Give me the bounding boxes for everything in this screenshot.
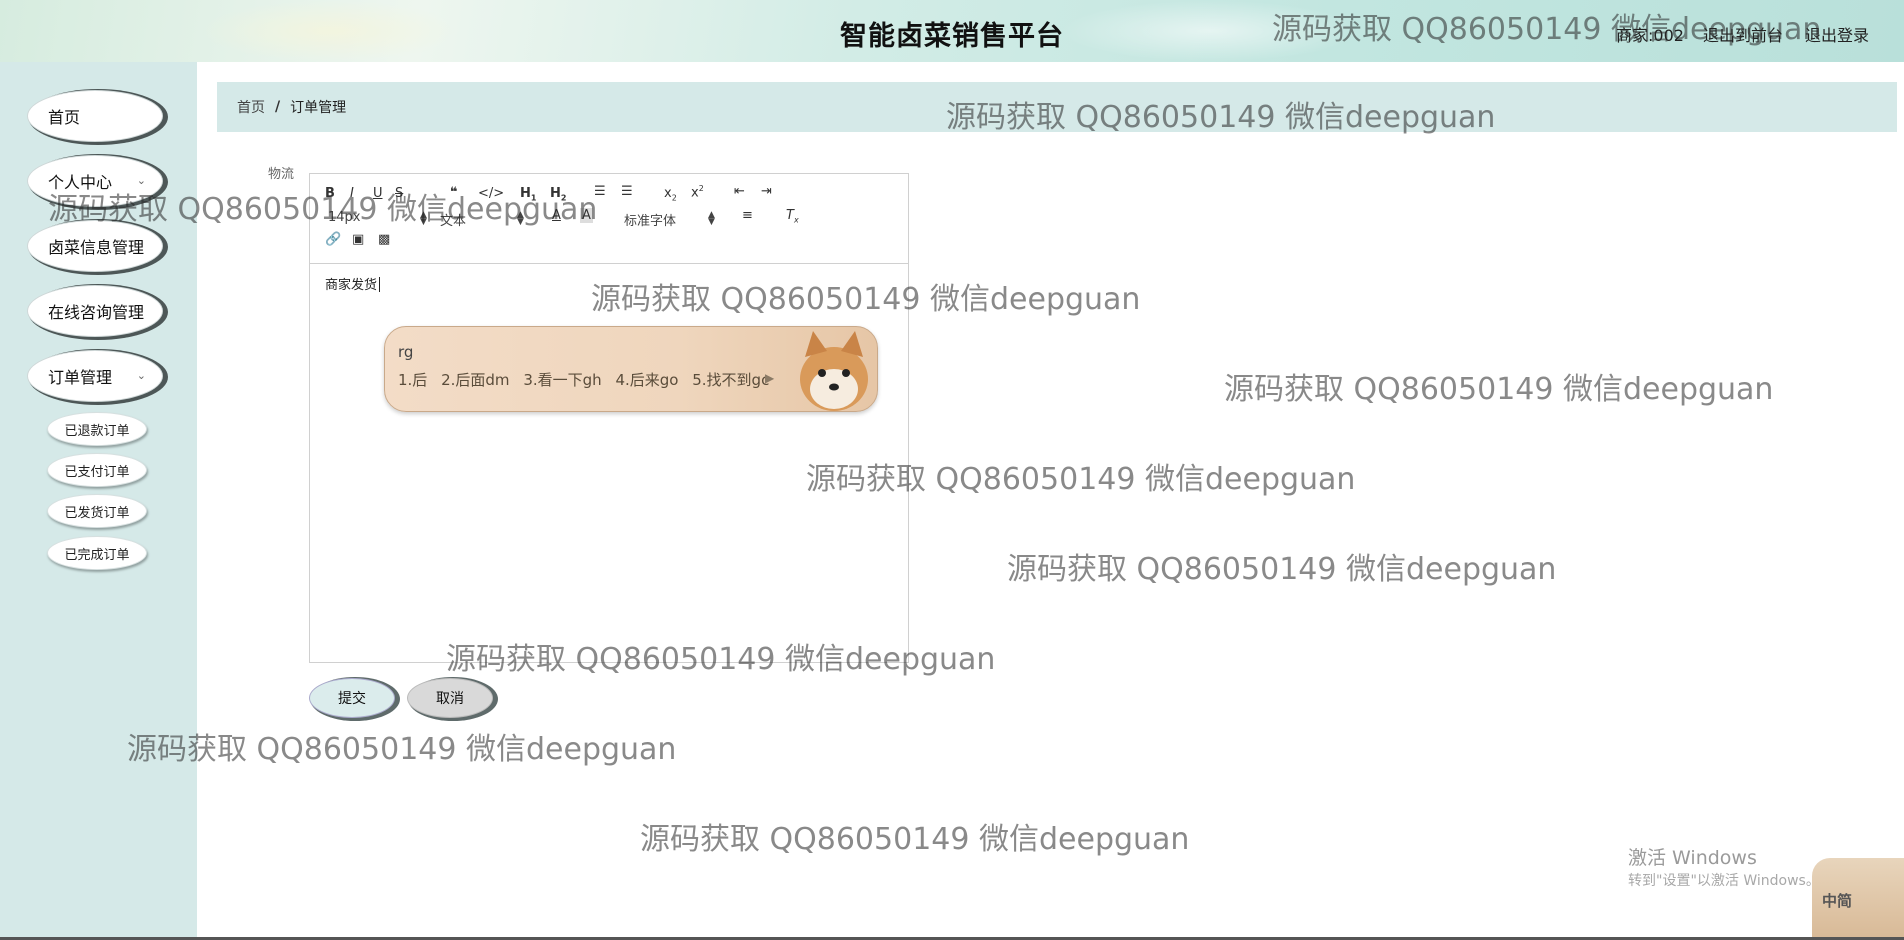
font-color-icon[interactable]: A — [552, 208, 561, 223]
bullet-list-icon[interactable]: ☰ — [621, 184, 633, 199]
breadcrumb-home-link[interactable]: 首页 — [237, 97, 265, 117]
ime-candidate[interactable]: 3.看一下gh — [523, 371, 601, 389]
watermark: 源码获取 QQ86050149 微信deepguan — [640, 822, 1190, 857]
font-size-value: 14px — [328, 210, 361, 225]
font-family-value: 标准字体 — [624, 214, 677, 229]
text-caret — [379, 277, 381, 292]
sidebar-item-consultation-management[interactable]: 在线咨询管理 — [27, 285, 163, 337]
link-icon[interactable]: 🔗 — [325, 232, 341, 247]
clear-format-icon[interactable]: Tx — [786, 208, 799, 225]
editor-toolbar: B I U S ❝ </> H1 H2 ☰ ☰ x2 x2 ⇤ ⇥ 14px ▲… — [310, 174, 908, 264]
watermark: 源码获取 QQ86050149 微信deepguan — [1224, 372, 1774, 407]
breadcrumb: 首页 / 订单管理 — [217, 82, 1897, 132]
breadcrumb-current: 订单管理 — [290, 100, 347, 116]
ime-candidate[interactable]: 5.找不到gc — [692, 371, 769, 389]
windows-activation-subtitle: 转到"设置"以激活 Windows。 — [1628, 873, 1820, 889]
windows-activation-title: 激活 Windows — [1628, 847, 1757, 869]
logout-link[interactable]: 退出登录 — [1805, 22, 1869, 46]
ime-candidate-list: 1.后 2.后面dm 3.看一下gh 4.后来go 5.找不到gc — [398, 369, 778, 390]
ime-mode-label[interactable]: 中简 — [1822, 890, 1852, 911]
editor-text: 商家发货 — [325, 278, 378, 293]
heading-2-icon[interactable]: H2 — [550, 186, 566, 203]
sidebar-item-label: 在线咨询管理 — [48, 303, 145, 322]
sidebar-subitem-completed-orders[interactable]: 已完成订单 — [47, 536, 147, 570]
heading-1-icon[interactable]: H1 — [520, 186, 536, 203]
code-block-icon[interactable]: </> — [478, 186, 504, 201]
sidebar-item-label: 首页 — [48, 108, 81, 127]
ime-candidate[interactable]: 4.后来go — [615, 371, 678, 389]
sidebar-subitem-shipped-orders[interactable]: 已发货订单 — [47, 494, 147, 528]
align-icon[interactable]: ≡ — [742, 208, 753, 223]
blockquote-icon[interactable]: ❝ — [450, 185, 458, 200]
superscript-icon[interactable]: x2 — [691, 184, 704, 200]
ordered-list-icon[interactable]: ☰ — [594, 184, 606, 199]
next-page-icon[interactable]: ▶ — [765, 371, 774, 385]
select-arrows-icon: ▲ ▼ — [420, 210, 427, 227]
text-style-value: 文本 — [440, 214, 467, 229]
editor-content[interactable]: 商家发货 — [325, 274, 381, 293]
sidebar-subitem-paid-orders[interactable]: 已支付订单 — [47, 453, 147, 487]
font-size-select[interactable]: 14px ▲ ▼ — [328, 210, 427, 227]
merchant-account-link[interactable]: 商家:002 — [1616, 22, 1684, 46]
sidebar-item-personal-center[interactable]: 个人中心 ⌄ — [27, 155, 163, 207]
font-family-select[interactable]: 标准字体 ▲ ▼ — [624, 210, 715, 230]
image-icon[interactable]: ▣ — [352, 232, 364, 247]
select-arrows-icon: ▲ ▼ — [517, 210, 524, 227]
logistics-field-label: 物流 — [268, 167, 295, 182]
background-color-icon[interactable]: A — [580, 208, 593, 223]
strikethrough-icon[interactable]: S — [395, 186, 403, 201]
submit-button[interactable]: 提交 — [309, 678, 395, 718]
subscript-icon[interactable]: x2 — [664, 186, 677, 203]
shiba-dog-image — [800, 331, 868, 411]
rich-text-editor[interactable]: B I U S ❝ </> H1 H2 ☰ ☰ x2 x2 ⇤ ⇥ 14px ▲… — [309, 173, 909, 663]
sidebar-item-label: 卤菜信息管理 — [48, 238, 145, 257]
sidebar-item-order-management[interactable]: 订单管理 ⌄ — [27, 350, 163, 402]
indent-icon[interactable]: ⇥ — [761, 184, 772, 199]
sidebar-item-dish-management[interactable]: 卤菜信息管理 — [27, 220, 163, 272]
ime-input-text: rg — [398, 343, 414, 361]
ime-candidate[interactable]: 1.后 — [398, 371, 427, 389]
breadcrumb-separator: / — [275, 99, 281, 115]
back-to-frontend-link[interactable]: 退出到前台 — [1703, 22, 1783, 46]
sidebar-item-label: 个人中心 — [48, 173, 113, 192]
select-arrows-icon: ▲ ▼ — [708, 210, 715, 227]
chevron-down-icon: ⌄ — [136, 174, 146, 187]
ime-candidate[interactable]: 2.后面dm — [441, 371, 509, 389]
watermark: 源码获取 QQ86050149 微信deepguan — [127, 732, 677, 767]
chevron-down-icon: ⌄ — [136, 369, 146, 382]
cancel-button[interactable]: 取消 — [407, 678, 493, 718]
italic-icon[interactable]: I — [350, 186, 354, 201]
sidebar-subitem-refunded-orders[interactable]: 已退款订单 — [47, 412, 147, 446]
text-style-select[interactable]: 文本 ▲ ▼ — [440, 210, 524, 230]
outdent-icon[interactable]: ⇤ — [734, 184, 745, 199]
sidebar-item-home[interactable]: 首页 — [27, 90, 163, 142]
underline-icon[interactable]: U — [373, 186, 383, 201]
ime-candidate-popup[interactable]: rg 1.后 2.后面dm 3.看一下gh 4.后来go 5.找不到gc ▶ — [384, 326, 878, 412]
video-icon[interactable]: ▩ — [378, 232, 390, 247]
sidebar-item-label: 订单管理 — [48, 368, 113, 387]
bold-icon[interactable]: B — [325, 186, 335, 201]
watermark: 源码获取 QQ86050149 微信deepguan — [1007, 552, 1557, 587]
